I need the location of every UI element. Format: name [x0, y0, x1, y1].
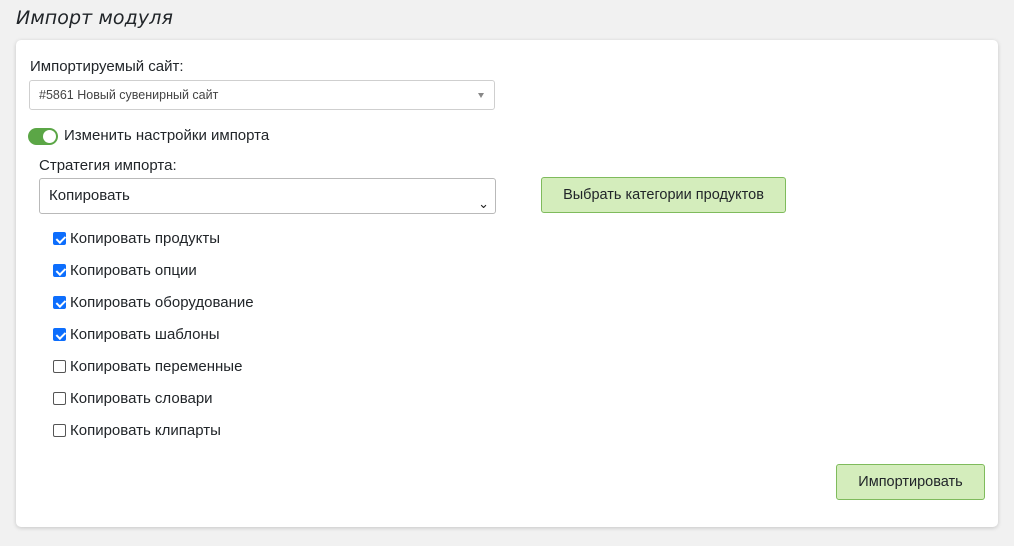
- import-card: Импортируемый сайт: #5861 Новый сувенирн…: [16, 40, 998, 527]
- checkbox-label: Копировать словари: [70, 390, 213, 407]
- strategy-select-value: Копировать: [49, 187, 130, 204]
- strategy-select[interactable]: Копировать ⌄: [39, 178, 496, 214]
- checkbox-label: Копировать переменные: [70, 358, 243, 375]
- checkbox[interactable]: [53, 392, 66, 405]
- checkbox[interactable]: [53, 296, 66, 309]
- checkbox-label: Копировать шаблоны: [70, 326, 220, 343]
- toggle-label: Изменить настройки импорта: [64, 127, 270, 144]
- checkbox[interactable]: [53, 232, 66, 245]
- site-select-value: #5861 Новый сувенирный сайт: [39, 88, 219, 102]
- strategy-label: Стратегия импорта:: [39, 157, 177, 174]
- checkbox[interactable]: [53, 360, 66, 373]
- toggle-knob: [43, 130, 56, 143]
- chevron-down-icon: ⌄: [478, 197, 489, 212]
- checkbox-label: Копировать продукты: [70, 230, 221, 247]
- checkbox-label: Копировать клипарты: [70, 422, 221, 439]
- checkbox-label: Копировать оборудование: [70, 294, 254, 311]
- checkbox[interactable]: [53, 424, 66, 437]
- caret-down-icon: [478, 93, 484, 98]
- page-title: Импорт модуля: [16, 7, 173, 29]
- select-categories-button[interactable]: Выбрать категории продуктов: [541, 177, 786, 213]
- checkbox-label: Копировать опции: [70, 262, 197, 279]
- settings-toggle[interactable]: [28, 128, 58, 145]
- checkbox[interactable]: [53, 264, 66, 277]
- import-button[interactable]: Импортировать: [836, 464, 985, 500]
- site-label: Импортируемый сайт:: [30, 58, 184, 75]
- checkbox[interactable]: [53, 328, 66, 341]
- site-select[interactable]: #5861 Новый сувенирный сайт: [29, 80, 495, 110]
